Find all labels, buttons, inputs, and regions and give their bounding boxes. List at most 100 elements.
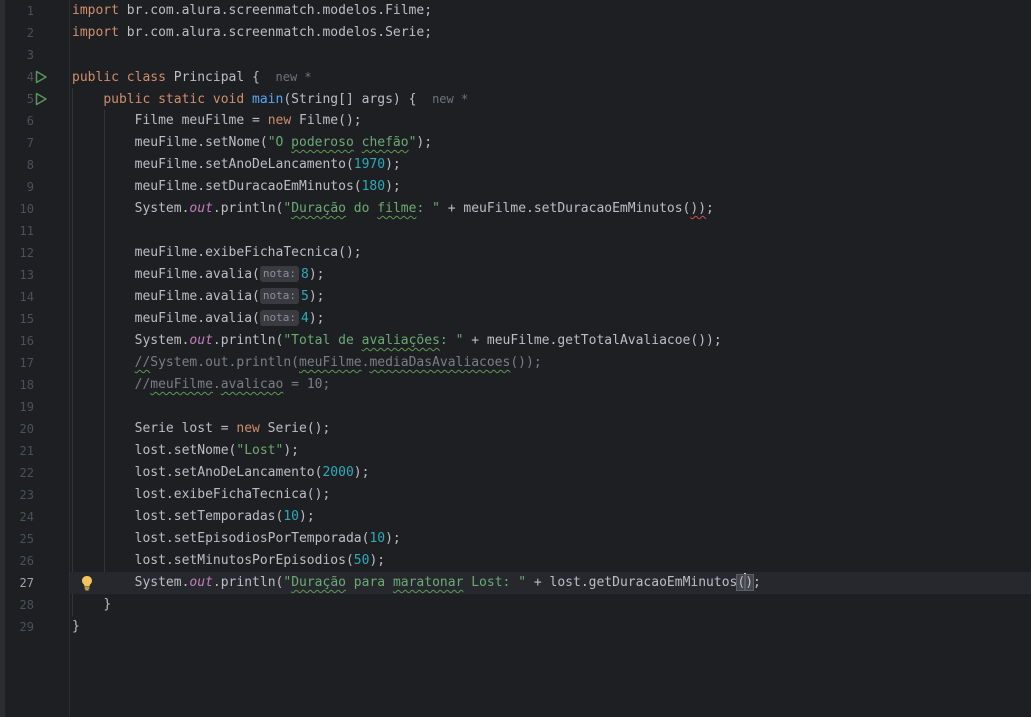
code-text: + lost.getDuracaoEmMinutos <box>526 575 738 590</box>
code-text: ); <box>385 179 401 194</box>
code-text: System. <box>134 201 190 216</box>
number: 8 <box>300 267 309 282</box>
keyword: public class <box>72 70 166 85</box>
code-line-6[interactable]: Filme meuFilme = new Filme(); <box>70 110 1031 132</box>
string: : " <box>416 201 440 216</box>
error-highlight[interactable]: )) <box>690 201 706 216</box>
code-line-2[interactable]: import br.com.alura.screenmatch.modelos.… <box>70 22 1031 44</box>
code-text: Filme(); <box>291 113 362 128</box>
line-number[interactable]: 12 <box>10 242 34 264</box>
string: do <box>345 201 378 216</box>
line-number[interactable]: 24 <box>10 506 34 528</box>
line-number[interactable]: 10 <box>10 198 34 220</box>
static-field: out <box>189 201 213 216</box>
line-number[interactable]: 22 <box>10 462 34 484</box>
line-number[interactable]: 15 <box>10 308 34 330</box>
code-text: meuFilme.setDuracaoEmMinutos( <box>134 179 362 194</box>
code-text: .println( <box>212 333 284 348</box>
code-text: br.com.alura.screenmatch.modelos.Filme; <box>118 3 433 18</box>
code-text: meuFilme.setAnoDeLancamento( <box>134 157 354 172</box>
code-line-19[interactable] <box>70 396 1031 418</box>
line-number[interactable]: 14 <box>10 286 34 308</box>
code-line-10[interactable]: System.out.println("Duração do filme: " … <box>70 198 1031 220</box>
line-number[interactable]: 23 <box>10 484 34 506</box>
code-line-25[interactable]: lost.setEpisodiosPorTemporada(10); <box>70 528 1031 550</box>
line-number[interactable]: 13 <box>10 264 34 286</box>
number: 180 <box>361 179 386 194</box>
code-line-20[interactable]: Serie lost = new Serie(); <box>70 418 1031 440</box>
code-text: } <box>103 597 112 612</box>
line-number[interactable]: 11 <box>10 220 34 242</box>
code-line-5[interactable]: public static void main(String[] args) {… <box>70 88 1031 110</box>
code-line-23[interactable]: lost.exibeFichaTecnica(); <box>70 484 1031 506</box>
string-typo: maratonar <box>392 575 464 590</box>
line-number[interactable]: 2 <box>10 22 34 44</box>
line-number[interactable]: 28 <box>10 594 34 616</box>
line-number[interactable]: 5 <box>10 88 34 110</box>
code-line-27[interactable]: System.out.println("Duração para maraton… <box>70 572 1031 594</box>
code-line-8[interactable]: meuFilme.setAnoDeLancamento(1970); <box>70 154 1031 176</box>
code-line-17[interactable]: //System.out.println(meuFilme.mediaDasAv… <box>70 352 1031 374</box>
code-line-14[interactable]: meuFilme.avalia(nota: 5); <box>70 286 1031 308</box>
line-number[interactable]: 20 <box>10 418 34 440</box>
code-line-4[interactable]: public class Principal { new * <box>70 66 1031 88</box>
code-line-3[interactable] <box>70 44 1031 66</box>
code-area[interactable]: import br.com.alura.screenmatch.modelos.… <box>70 0 1031 717</box>
line-number[interactable]: 4 <box>10 66 34 88</box>
line-number[interactable]: 17 <box>10 352 34 374</box>
code-line-15[interactable]: meuFilme.avalia(nota: 4); <box>70 308 1031 330</box>
line-number[interactable]: 7 <box>10 132 34 154</box>
line-number[interactable]: 18 <box>10 374 34 396</box>
line-number[interactable]: 27 <box>10 572 34 594</box>
code-text: meuFilme.avalia( <box>134 289 260 304</box>
code-editor[interactable]: 1 2 3 4 5 6 7 8 9 10 11 12 13 14 15 16 17 18 19 20 21 22 23 24 2… <box>0 0 1031 717</box>
string: "Total de <box>283 333 362 348</box>
line-number[interactable]: 1 <box>10 0 34 22</box>
comment: . <box>212 377 221 392</box>
code-line-16[interactable]: System.out.println("Total de avaliações:… <box>70 330 1031 352</box>
comment-typo: avalicao <box>220 377 284 392</box>
gutter[interactable]: 1 2 3 4 5 6 7 8 9 10 11 12 13 14 15 16 17 18 19 20 21 22 23 24 2… <box>5 0 69 717</box>
line-number[interactable]: 26 <box>10 550 34 572</box>
code-line-12[interactable]: meuFilme.exibeFichaTecnica(); <box>70 242 1031 264</box>
new-hint[interactable]: new * <box>432 92 468 106</box>
line-number[interactable]: 9 <box>10 176 34 198</box>
code-line-7[interactable]: meuFilme.setNome("O poderoso chefão"); <box>70 132 1031 154</box>
code-line-9[interactable]: meuFilme.setDuracaoEmMinutos(180); <box>70 176 1031 198</box>
line-number[interactable]: 3 <box>10 44 34 66</box>
number: 10 <box>283 509 299 524</box>
code-line-11[interactable] <box>70 220 1031 242</box>
string: para <box>345 575 393 590</box>
line-number[interactable]: 8 <box>10 154 34 176</box>
code-text: System. <box>134 575 190 590</box>
code-line-21[interactable]: lost.setNome("Lost"); <box>70 440 1031 462</box>
code-line-18[interactable]: //meuFilme.avalicao = 10; <box>70 374 1031 396</box>
string <box>354 135 362 150</box>
code-line-22[interactable]: lost.setAnoDeLancamento(2000); <box>70 462 1031 484</box>
line-number[interactable]: 6 <box>10 110 34 132</box>
code-line-13[interactable]: meuFilme.avalia(nota: 8); <box>70 264 1031 286</box>
lightbulb-icon[interactable] <box>80 575 94 591</box>
code-line-29[interactable]: } <box>70 616 1031 638</box>
code-line-26[interactable]: lost.setMinutosPorEpisodios(50); <box>70 550 1031 572</box>
code-text: .println( <box>212 575 284 590</box>
code-text: ); <box>308 311 325 326</box>
comment: ()); <box>510 355 542 370</box>
run-class-icon[interactable] <box>34 70 48 84</box>
line-number[interactable]: 16 <box>10 330 34 352</box>
code-line-1[interactable]: import br.com.alura.screenmatch.modelos.… <box>70 0 1031 22</box>
new-hint[interactable]: new * <box>276 70 312 84</box>
line-number[interactable]: 19 <box>10 396 34 418</box>
code-line-24[interactable]: lost.setTemporadas(10); <box>70 506 1031 528</box>
line-number[interactable]: 25 <box>10 528 34 550</box>
code-text: ; <box>753 575 761 590</box>
code-line-28[interactable]: } <box>70 594 1031 616</box>
code-text: ); <box>385 157 401 172</box>
code-text: lost.exibeFichaTecnica(); <box>134 487 331 502</box>
code-text: meuFilme.setNome( <box>134 135 268 150</box>
method-name: main <box>252 92 284 107</box>
line-number[interactable]: 29 <box>10 616 34 638</box>
line-number[interactable]: 21 <box>10 440 34 462</box>
run-main-icon[interactable] <box>34 92 48 106</box>
number: 2000 <box>322 465 354 480</box>
